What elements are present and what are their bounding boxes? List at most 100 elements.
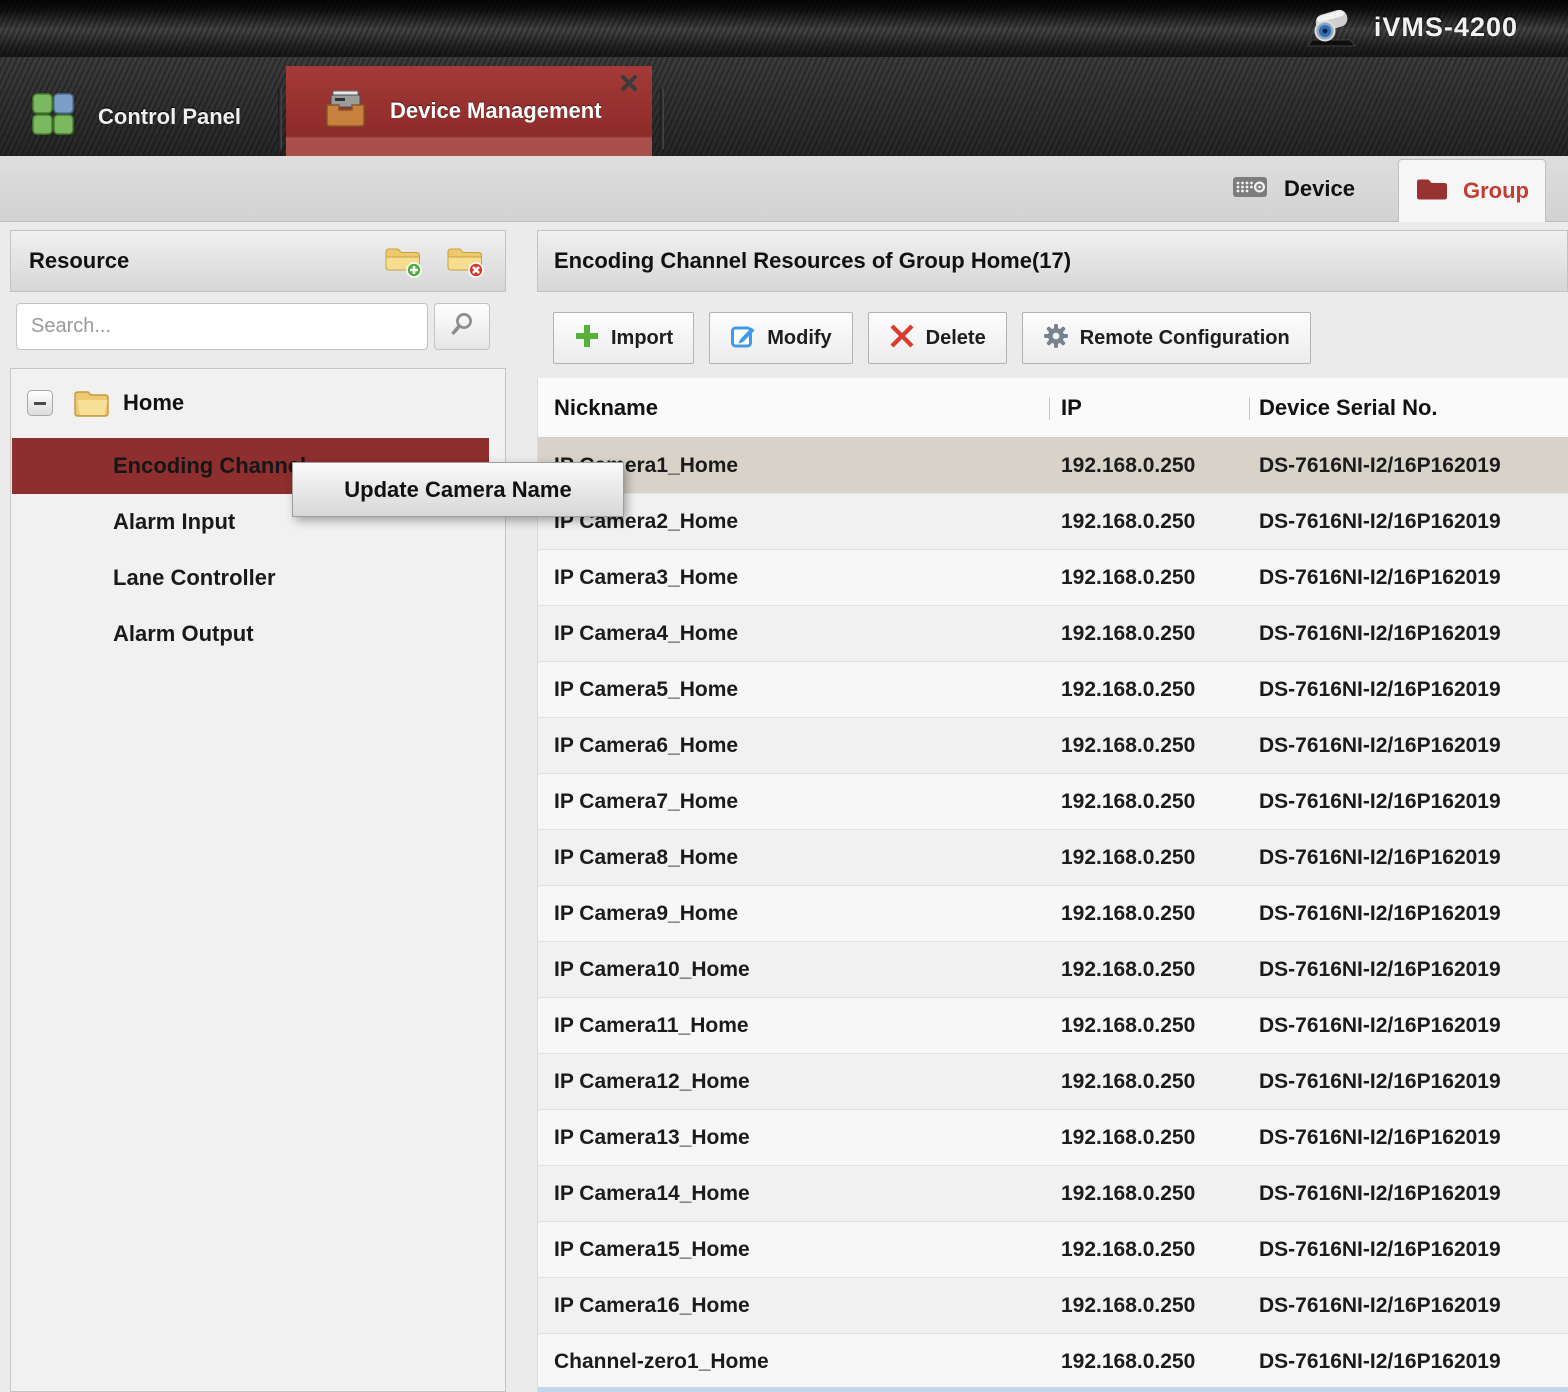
device-management-drawer-icon — [322, 86, 368, 137]
table-cell-ip: 192.168.0.250 — [1061, 718, 1195, 773]
close-icon[interactable] — [616, 70, 642, 96]
table-cell-ip: 192.168.0.250 — [1061, 1110, 1195, 1165]
table-cell-nickname: IP Camera5_Home — [554, 662, 738, 717]
table-row[interactable]: IP Camera4_Home 192.168.0.250 DS-7616NI-I2… — [538, 606, 1568, 662]
tree-item-alarm-output[interactable]: Alarm Output — [12, 606, 489, 662]
table-cell-ip: 192.168.0.250 — [1061, 774, 1195, 829]
tab-group[interactable]: Group — [1398, 159, 1546, 222]
table-cell-ip: 192.168.0.250 — [1061, 494, 1195, 549]
table-cell-serial: DS-7616NI-I2/16P162019 — [1259, 774, 1568, 829]
tree-node-home[interactable]: Home — [11, 375, 505, 431]
table-row[interactable]: IP Camera12_Home192.168.0.250DS-7616NI-I… — [538, 1054, 1568, 1110]
table-row[interactable]: IP Camera15_Home 192.168.0.250 DS-7616NI-I… — [538, 1222, 1568, 1278]
x-icon — [889, 323, 915, 354]
table-cell-serial: DS-7616NI-I2/16P162019 — [1259, 830, 1568, 885]
tab-control-panel-label: Control Panel — [98, 104, 241, 130]
table-cell-nickname: IP Camera6_Home — [554, 718, 738, 773]
tab-control-panel[interactable]: Control Panel — [0, 77, 278, 156]
table-cell-serial: DS-7616NI-I2/16P162019 — [1259, 942, 1568, 997]
delete-group-button[interactable] — [443, 241, 487, 281]
table-row[interactable]: IP Camera5_Home 192.168.0.250 DS-7616NI-I2… — [538, 662, 1568, 718]
table-row[interactable]: Channel-zero1_Home192.168.0.250DS-7616NI… — [538, 1334, 1568, 1390]
table-cell-serial: DS-7616NI-I2/16P162019 — [1259, 1054, 1568, 1109]
tab-separator — [278, 89, 282, 149]
tab-device-label: Device — [1284, 176, 1355, 202]
table-row[interactable]: IP Camera13_Home 192.168.0.250 DS-7616NI-I… — [538, 1110, 1568, 1166]
table-row[interactable]: IP Camera6_Home 192.168.0.250 DS-7616NI-I2… — [538, 718, 1568, 774]
table-row[interactable]: IP Camera1_Home192.168.0.250DS-7616NI-I2… — [538, 438, 1568, 494]
search-icon — [449, 311, 475, 342]
table-cell-ip: 192.168.0.250 — [1061, 1054, 1195, 1109]
device-icon — [1232, 174, 1268, 205]
table-cell-ip: 192.168.0.250 — [1061, 1334, 1195, 1389]
app-logo-camera-icon — [1306, 4, 1358, 50]
tab-device-management-label: Device Management — [390, 98, 602, 124]
table-row[interactable]: IP Camera11_Home192.168.0.250DS-7616NI-I… — [538, 998, 1568, 1054]
column-divider — [1049, 397, 1050, 420]
add-group-button[interactable] — [381, 241, 425, 281]
import-button[interactable]: Import — [553, 312, 694, 364]
tab-device-management[interactable]: Device Management — [286, 66, 652, 156]
search-input[interactable] — [16, 303, 428, 350]
context-menu: Update Camera Name — [292, 462, 624, 517]
channel-table: Nickname IP Device Serial No. IP Camera1… — [537, 378, 1568, 1392]
main-panel-title: Encoding Channel Resources of Group Home… — [538, 248, 1071, 274]
folder-icon — [73, 387, 111, 424]
tab-device[interactable]: Device — [1232, 156, 1392, 222]
delete-button[interactable]: Delete — [868, 312, 1007, 364]
table-row[interactable]: IP Camera14_Home192.168.0.250DS-7616NI-I… — [538, 1166, 1568, 1222]
table-cell-serial: DS-7616NI-I2/16P162019 — [1259, 1110, 1568, 1165]
ivms-window: iVMS-4200 Control Panel — [0, 0, 1568, 1392]
modify-button[interactable]: Modify — [709, 312, 852, 364]
table-cell-nickname: IP Camera13_Home — [554, 1110, 750, 1165]
control-panel-grid-icon — [30, 91, 76, 142]
table-cell-serial: DS-7616NI-I2/16P162019 — [1259, 1222, 1568, 1277]
table-row[interactable]: IP Camera2_Home192.168.0.250DS-7616NI-I2… — [538, 494, 1568, 550]
table-cell-serial: DS-7616NI-I2/16P162019 — [1259, 606, 1568, 661]
table-cell-serial: DS-7616NI-I2/16P162019 — [1259, 662, 1568, 717]
table-cell-serial: DS-7616NI-I2/16P162019 — [1259, 438, 1568, 493]
table-cell-ip: 192.168.0.250 — [1061, 606, 1195, 661]
table-cell-ip: 192.168.0.250 — [1061, 550, 1195, 605]
group-folder-icon — [1415, 176, 1447, 207]
table-cell-nickname: IP Camera4_Home — [554, 606, 738, 661]
table-row[interactable]: IP Camera16_Home192.168.0.250DS-7616NI-I… — [538, 1278, 1568, 1334]
tree-item-lane-controller[interactable]: Lane Controller — [12, 550, 489, 606]
table-body: IP Camera1_Home192.168.0.250DS-7616NI-I2… — [538, 438, 1568, 1390]
column-header-serial[interactable]: Device Serial No. — [1259, 378, 1438, 437]
tab-separator — [660, 89, 664, 149]
plus-icon — [574, 323, 600, 354]
table-cell-ip: 192.168.0.250 — [1061, 1166, 1195, 1221]
table-row[interactable]: IP Camera9_Home192.168.0.250DS-7616NI-I2… — [538, 886, 1568, 942]
table-cell-ip: 192.168.0.250 — [1061, 886, 1195, 941]
column-header-nickname[interactable]: Nickname — [554, 378, 658, 437]
gear-icon — [1043, 323, 1069, 354]
content-area: Resource — [0, 222, 1568, 1392]
table-cell-nickname: IP Camera9_Home — [554, 886, 738, 941]
table-row[interactable]: IP Camera8_Home192.168.0.250DS-7616NI-I2… — [538, 830, 1568, 886]
next-row-edge — [538, 1387, 1568, 1392]
table-cell-ip: 192.168.0.250 — [1061, 438, 1195, 493]
table-row[interactable]: IP Camera7_Home192.168.0.250DS-7616NI-I2… — [538, 774, 1568, 830]
table-cell-ip: 192.168.0.250 — [1061, 998, 1195, 1053]
menu-item-update-camera-name[interactable]: Update Camera Name — [293, 463, 623, 516]
table-header: Nickname IP Device Serial No. — [538, 378, 1568, 438]
collapse-icon[interactable] — [27, 390, 53, 416]
toolbar: Import Modify Delete — [553, 312, 1311, 364]
search-button[interactable] — [434, 303, 490, 350]
remote-configuration-button[interactable]: Remote Configuration — [1022, 312, 1311, 364]
table-cell-nickname: IP Camera8_Home — [554, 830, 738, 885]
table-row[interactable]: IP Camera10_Home192.168.0.250DS-7616NI-I… — [538, 942, 1568, 998]
table-cell-nickname: IP Camera14_Home — [554, 1166, 750, 1221]
table-row[interactable]: IP Camera3_Home192.168.0.250DS-7616NI-I2… — [538, 550, 1568, 606]
table-cell-serial: DS-7616NI-I2/16P162019 — [1259, 718, 1568, 773]
app-brand: iVMS-4200 — [1306, 4, 1518, 50]
resource-panel-header: Resource — [10, 230, 506, 292]
main-panel-header: Encoding Channel Resources of Group Home… — [537, 230, 1568, 292]
table-cell-nickname: IP Camera16_Home — [554, 1278, 750, 1333]
table-cell-ip: 192.168.0.250 — [1061, 1222, 1195, 1277]
table-cell-ip: 192.168.0.250 — [1061, 662, 1195, 717]
column-header-ip[interactable]: IP — [1061, 378, 1082, 437]
table-cell-nickname: IP Camera10_Home — [554, 942, 750, 997]
table-cell-nickname: IP Camera15_Home — [554, 1222, 750, 1277]
